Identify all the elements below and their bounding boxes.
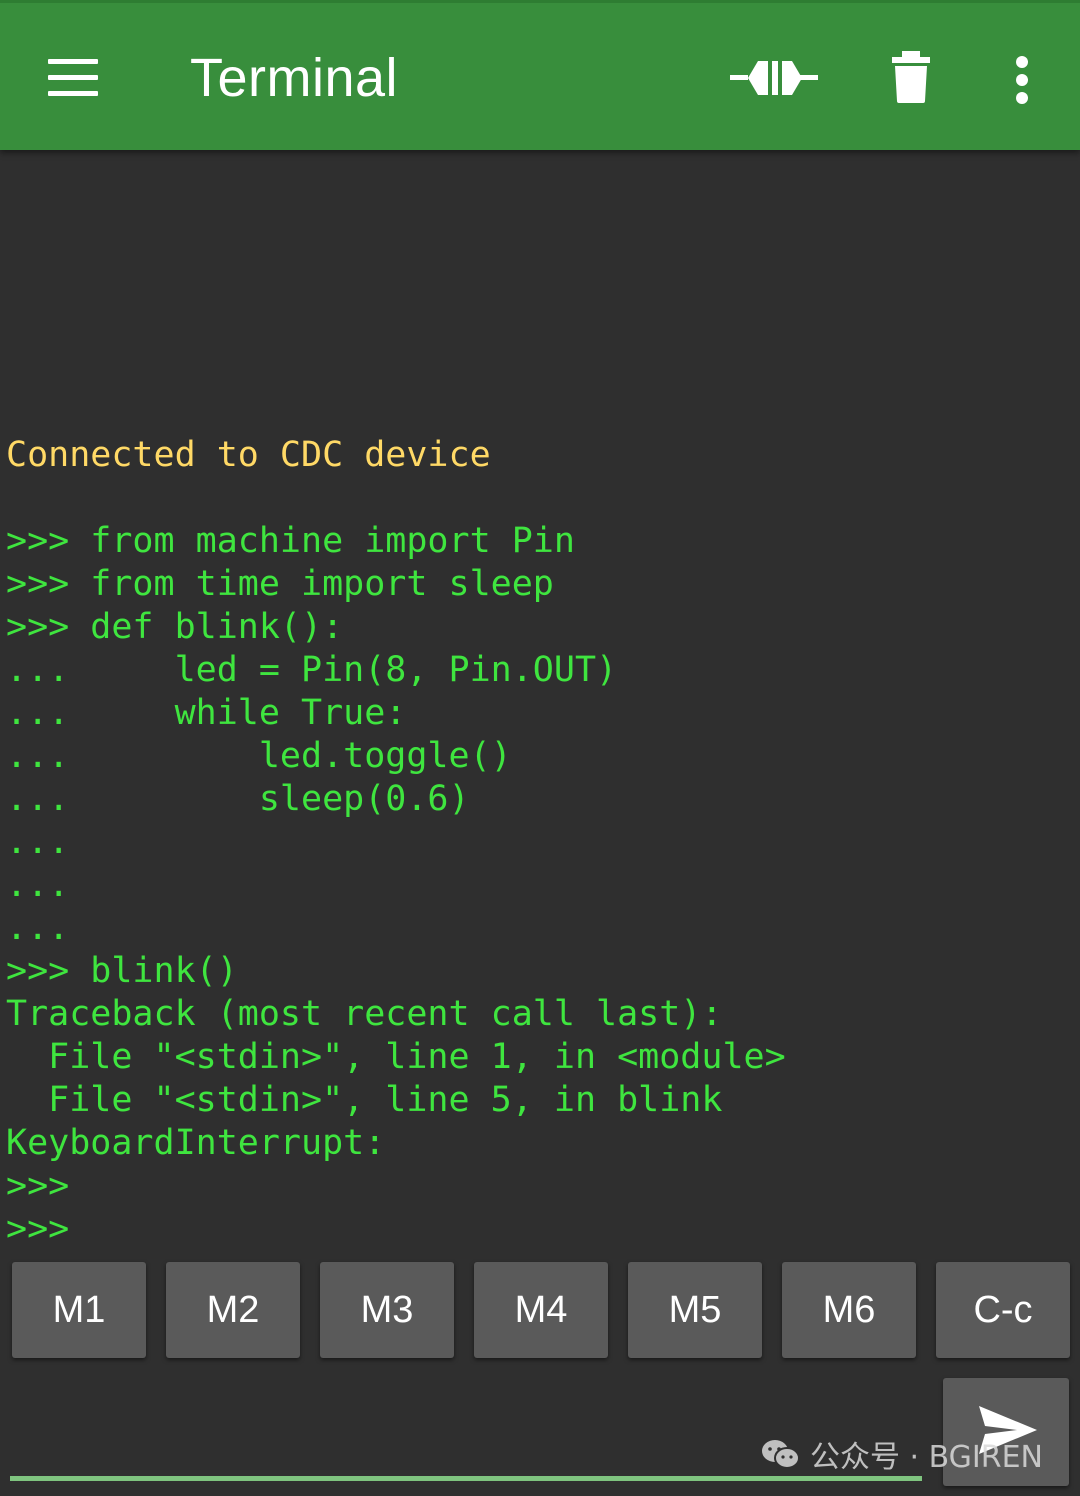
ctrl-c-button[interactable]: C-c xyxy=(936,1262,1070,1358)
terminal-line: ... sleep(0.6) xyxy=(6,779,470,819)
terminal-line: ... xyxy=(6,865,70,905)
hamburger-menu-icon[interactable] xyxy=(44,51,102,101)
connect-button[interactable] xyxy=(728,51,820,105)
terminal-line: >>> blink() xyxy=(6,951,238,991)
macro-button-row: M1 M2 M3 M4 M5 M6 C-c xyxy=(0,1262,1080,1358)
terminal-line: ... xyxy=(6,822,70,862)
terminal-line: File "<stdin>", line 5, in blink xyxy=(6,1080,723,1120)
terminal-line: >>> xyxy=(6,1166,70,1206)
terminal-line: >>> xyxy=(6,1209,70,1249)
page-title: Terminal xyxy=(190,48,399,108)
terminal-line: >>> from time import sleep xyxy=(6,564,554,604)
macro-m5-button[interactable]: M5 xyxy=(628,1262,762,1358)
macro-m1-button[interactable]: M1 xyxy=(12,1262,146,1358)
watermark: 公众号 · BGIREN xyxy=(760,1434,1043,1475)
input-underline xyxy=(10,1476,922,1481)
terminal-output: Connected to CDC device >>> from machine… xyxy=(0,150,1080,1250)
terminal-line: KeyboardInterrupt: xyxy=(6,1123,386,1163)
status-line: Connected to CDC device xyxy=(6,435,491,475)
terminal-line: ... while True: xyxy=(6,693,407,733)
macro-m3-button[interactable]: M3 xyxy=(320,1262,454,1358)
wechat-icon xyxy=(762,1440,800,1469)
macro-m4-button[interactable]: M4 xyxy=(474,1262,608,1358)
terminal-line: Traceback (most recent call last): xyxy=(6,994,723,1034)
macro-m2-button[interactable]: M2 xyxy=(166,1262,300,1358)
clear-button[interactable] xyxy=(890,49,932,105)
trash-icon xyxy=(892,51,930,103)
terminal-line: >>> def blink(): xyxy=(6,607,344,647)
app-bar: Terminal xyxy=(0,0,1080,150)
macro-m6-button[interactable]: M6 xyxy=(782,1262,916,1358)
plug-connect-icon xyxy=(730,61,818,95)
terminal-line: ... xyxy=(6,908,70,948)
terminal-line: ... led.toggle() xyxy=(6,736,512,776)
terminal-line: File "<stdin>", line 1, in <module> xyxy=(6,1037,786,1077)
more-options-button[interactable] xyxy=(1006,55,1038,107)
more-vert-icon xyxy=(1016,56,1028,104)
watermark-text: 公众号 · BGIREN xyxy=(810,1440,1043,1475)
terminal-line: >>> from machine import Pin xyxy=(6,521,575,561)
terminal-line: ... led = Pin(8, Pin.OUT) xyxy=(6,650,618,690)
